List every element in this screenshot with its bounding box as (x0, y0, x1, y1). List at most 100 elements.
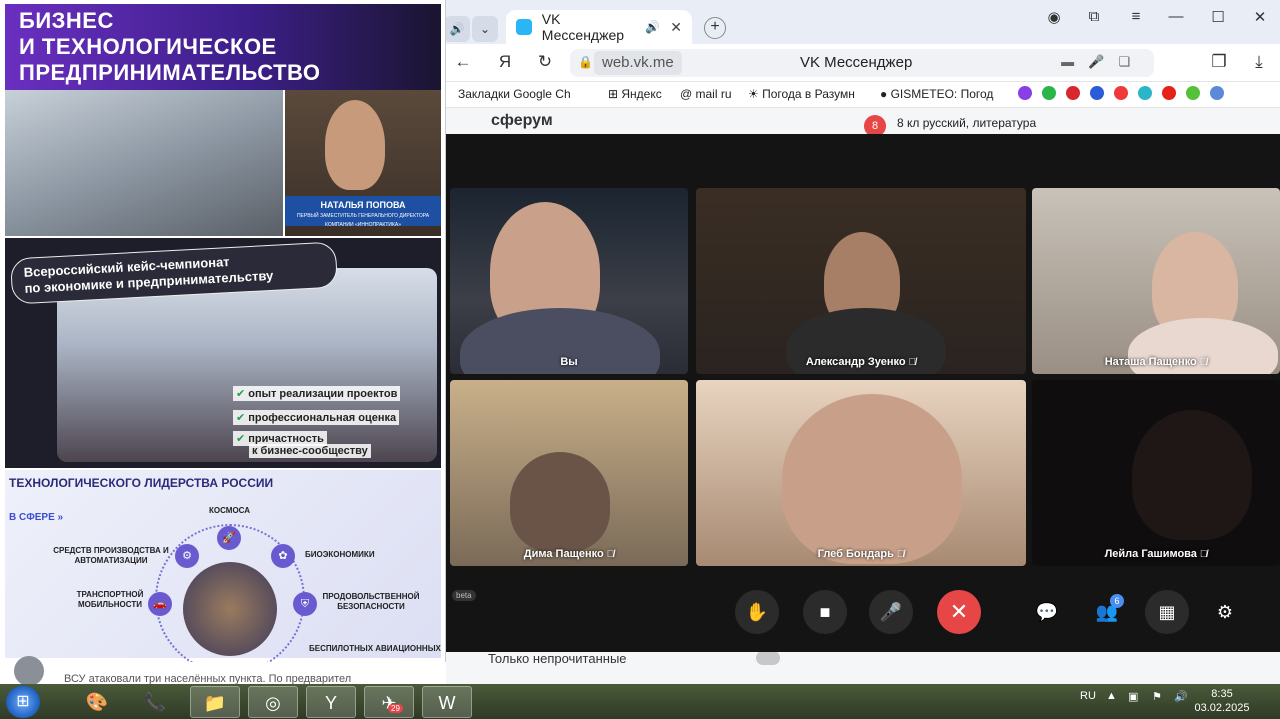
bookmark-icon[interactable] (1210, 86, 1224, 100)
vk-footer: Только непрочитанные (446, 648, 1280, 684)
sferum-logo[interactable]: сферум (491, 112, 553, 130)
download-icon[interactable]: ⤓ (1248, 52, 1270, 72)
bookmark-icon[interactable] (1018, 86, 1032, 100)
check-icon: ✔ (236, 433, 246, 445)
paint-icon[interactable]: 🎨 (72, 686, 122, 718)
speaker-role: ПЕРВЫЙ ЗАМЕСТИТЕЛЬ ГЕНЕРАЛЬНОГО ДИРЕКТОР… (296, 213, 430, 228)
mic-muted-icon: 🎙̸ (896, 549, 905, 560)
video-tile[interactable]: Дима Пащенко 🎙̸ (450, 380, 688, 566)
bookmark-icon[interactable] (1138, 86, 1152, 100)
participant-name: Александр Зуенко 🎙̸ (696, 356, 1026, 368)
start-button[interactable]: ⊞ (6, 686, 40, 718)
settings-button[interactable]: ⚙ (1203, 590, 1247, 634)
bookmark-icon[interactable] (1186, 86, 1200, 100)
video-tile[interactable]: Вы (450, 188, 688, 374)
sphere-label-text: В СФЕРЕ (9, 512, 55, 523)
volume-icon[interactable]: 🔊 (1174, 690, 1188, 703)
bookmark-gismeteo[interactable]: ● GISMETEO: Погод (880, 87, 993, 101)
bookmark-icon[interactable] (1042, 86, 1056, 100)
mic-muted-icon: 🎙̸ (606, 549, 615, 560)
meeting-photo (183, 562, 277, 656)
sphere-item: КОСМОСА (209, 506, 251, 515)
participant-name: Вы (450, 356, 688, 368)
bookmark-google[interactable]: Закладки Google Ch (458, 87, 571, 101)
bookmark-icon[interactable] (1066, 86, 1080, 100)
raise-hand-button[interactable]: ✋ (735, 590, 779, 634)
rocket-icon: 🚀 (217, 526, 241, 550)
profile-icon[interactable]: ◉ (1042, 8, 1066, 26)
unread-toggle[interactable] (756, 651, 780, 665)
participant-name-text: Александр Зуенко (805, 356, 906, 368)
url-field[interactable]: 🔒 web.vk.me VK Мессенджер ▬🎤❏ (570, 49, 1154, 77)
speaker-figure (325, 100, 385, 190)
banner-line: БИЗНЕС (19, 8, 114, 33)
youtube-icon[interactable] (1162, 86, 1176, 100)
tab-title: VK Мессенджер (541, 11, 625, 43)
championship-block: Всероссийский кейс-чемпионат по экономик… (5, 238, 441, 468)
message-preview[interactable]: ВСУ атаковали три населённых пункта. По … (0, 656, 446, 686)
camera-mic-bookmark-icons[interactable]: ▬🎤❏ (1061, 54, 1144, 70)
participant-name-text: Глеб Бондарь (817, 548, 894, 560)
speaker-icon[interactable]: 🔊 (444, 16, 470, 42)
close-tab-icon[interactable]: ✕ (670, 19, 682, 36)
collections-icon[interactable]: ⧉ (1082, 8, 1106, 25)
unread-filter-label: Только непрочитанные (488, 651, 627, 666)
layout-button[interactable]: ▦ (1145, 590, 1189, 634)
leadership-infographic: ТЕХНОЛОГИЧЕСКОГО ЛИДЕРСТВА РОССИИ В СФЕР… (5, 470, 441, 674)
chat-button[interactable]: 💬 (1025, 590, 1069, 634)
tray-expand-icon[interactable]: ▲ (1106, 690, 1117, 702)
speaker-photo: НАТАЛЬЯ ПОПОВА ПЕРВЫЙ ЗАМЕСТИТЕЛЬ ГЕНЕРА… (285, 90, 441, 236)
telegram-icon[interactable]: ✈ (364, 686, 414, 718)
chrome-icon[interactable]: ◎ (248, 686, 298, 718)
yandex-icon[interactable]: Я (494, 52, 516, 72)
chat-title[interactable]: 8 кл русский, литература (897, 116, 1036, 130)
word-icon[interactable]: W (422, 686, 472, 718)
explorer-icon[interactable]: 📁 (190, 686, 240, 718)
mic-muted-icon: 🎙̸ (1199, 549, 1208, 560)
reload-icon[interactable]: ↻ (534, 52, 556, 72)
speaker-caption: НАТАЛЬЯ ПОПОВА ПЕРВЫЙ ЗАМЕСТИТЕЛЬ ГЕНЕРА… (285, 196, 441, 228)
speaker-name: НАТАЛЬЯ ПОПОВА (320, 200, 406, 210)
telegram-badge: 29 (388, 704, 403, 713)
bookmark-mail[interactable]: @ mail ru (680, 87, 732, 101)
video-tile[interactable]: Наташа Пащенко 🎙̸ (1032, 188, 1280, 374)
audio-playing-icon[interactable]: 🔊 (645, 20, 660, 34)
video-tile[interactable]: Глеб Бондарь 🎙̸ (696, 380, 1026, 566)
bookmark-icon[interactable] (1114, 86, 1128, 100)
tab-vk-messenger[interactable]: VK Мессенджер 🔊 ✕ (506, 10, 692, 44)
taskbar: ⊞ 🎨 📞 📁 ◎ Y ✈ 29 W RU ▲ ▣ ⚑ 🔊 8:35 03.02… (0, 684, 1280, 719)
bookmark-icon[interactable] (1090, 86, 1104, 100)
end-call-button[interactable]: ✕ (937, 590, 981, 634)
network-icon[interactable]: ▣ (1128, 690, 1138, 703)
participants-count-badge: 6 (1110, 594, 1124, 608)
bookmark-gismeteo-label: GISMETEO: Погод (890, 87, 994, 101)
sphere-item: БЕСПИЛОТНЫХ АВИАЦИОННЫХ (309, 644, 441, 653)
close-window-icon[interactable]: ✕ (1248, 8, 1272, 26)
bookmark-yandex-label: Яндекс (621, 87, 662, 101)
video-tile[interactable]: Лейла Гашимова 🎙̸ (1032, 380, 1280, 566)
bookmark-yandex[interactable]: ⊞ Яндекс (608, 87, 662, 101)
minimize-icon[interactable]: — (1164, 8, 1188, 25)
participant-name-text: Лейла Гашимова (1104, 548, 1197, 560)
microphone-button[interactable]: 🎤 (869, 590, 913, 634)
participant-face (782, 394, 962, 564)
viber-icon[interactable]: 📞 (130, 686, 180, 718)
maximize-icon[interactable]: ☐ (1206, 8, 1230, 26)
vk-messenger-icon (516, 19, 532, 35)
bookmark-weather[interactable]: ☀ Погода в Разумн (748, 87, 855, 101)
collections-icon[interactable]: ❐ (1208, 52, 1230, 72)
language-indicator[interactable]: RU (1080, 690, 1096, 702)
url-host[interactable]: web.vk.me (594, 51, 682, 75)
menu-icon[interactable]: ≡ (1124, 8, 1148, 25)
lock-icon[interactable]: 🔒 (578, 55, 593, 69)
robot-arm-icon: ⚙ (175, 544, 199, 568)
clock[interactable]: 8:35 03.02.2025 (1192, 687, 1252, 715)
yandex-browser-icon[interactable]: Y (306, 686, 356, 718)
tab-list-button[interactable]: ⌄ (472, 16, 498, 42)
flag-icon[interactable]: ⚑ (1152, 690, 1162, 703)
back-icon[interactable]: ← (452, 52, 474, 72)
camera-button[interactable]: ■ (803, 590, 847, 634)
new-tab-button[interactable]: + (704, 17, 726, 39)
video-tile[interactable]: Александр Зуенко 🎙̸ (696, 188, 1026, 374)
participant-name-text: Наташа Пащенко (1104, 356, 1197, 368)
